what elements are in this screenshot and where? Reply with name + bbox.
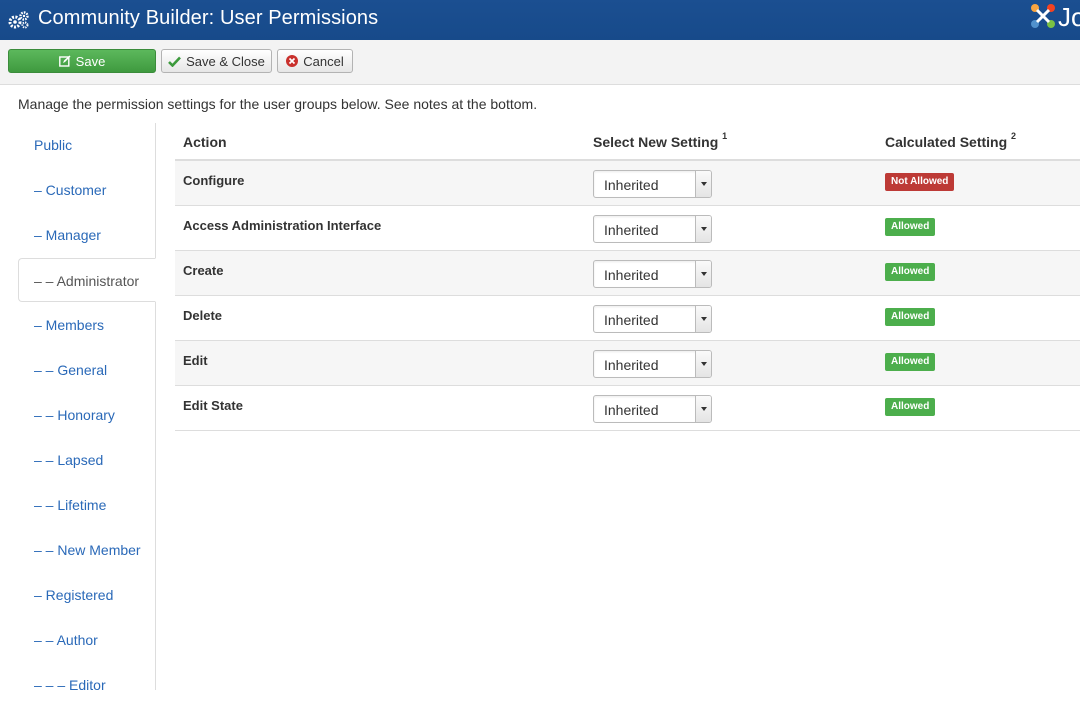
action-name: Edit State bbox=[183, 398, 243, 413]
save-close-button[interactable]: Save & Close bbox=[161, 49, 272, 73]
intro-text: Manage the permission settings for the u… bbox=[18, 96, 538, 112]
status-badge: Allowed bbox=[885, 308, 936, 326]
cancel-button[interactable]: Cancel bbox=[277, 49, 353, 73]
status-badge: Allowed bbox=[885, 353, 936, 371]
dropdown-arrow-icon bbox=[695, 396, 711, 422]
setting-select-value: Inherited bbox=[604, 222, 659, 238]
cancel-button-label: Cancel bbox=[303, 53, 344, 69]
setting-select-value: Inherited bbox=[604, 177, 659, 193]
table-row: Delete Inherited Allowed bbox=[175, 296, 1080, 341]
setting-select[interactable]: Inherited bbox=[593, 170, 712, 198]
sidebar-item-editor[interactable]: – – – Editor bbox=[18, 663, 155, 707]
dropdown-arrow-icon bbox=[695, 261, 711, 287]
status-badge: Allowed bbox=[885, 218, 936, 236]
gears-icon bbox=[8, 11, 29, 29]
save-button-label: Save bbox=[75, 53, 106, 69]
sidebar-item-lapsed[interactable]: – – Lapsed bbox=[18, 438, 155, 482]
table-row: Create Inherited Allowed bbox=[175, 251, 1080, 296]
sidebar-item-members[interactable]: – Members bbox=[18, 303, 155, 347]
setting-select[interactable]: Inherited bbox=[593, 305, 712, 333]
sidebar-item-manager[interactable]: – Manager bbox=[18, 213, 155, 257]
action-name: Configure bbox=[183, 173, 245, 188]
group-sidebar: Public – Customer – Manager – – Administ… bbox=[18, 123, 156, 693]
action-name: Delete bbox=[183, 308, 223, 323]
page-title: Community Builder: User Permissions bbox=[38, 7, 379, 29]
status-badge: Allowed bbox=[885, 398, 936, 416]
column-header-select-new-setting: Select New Setting 1 bbox=[593, 131, 728, 150]
sidebar-item-general[interactable]: – – General bbox=[18, 348, 155, 392]
status-badge: Not Allowed bbox=[885, 173, 955, 191]
setting-select-value: Inherited bbox=[604, 312, 659, 328]
joomla-logo-icon bbox=[1031, 4, 1055, 28]
action-name: Create bbox=[183, 263, 224, 278]
column-header-action: Action bbox=[183, 134, 227, 150]
dropdown-arrow-icon bbox=[695, 351, 711, 377]
dropdown-arrow-icon bbox=[695, 216, 711, 242]
status-badge: Allowed bbox=[885, 263, 936, 281]
save-close-button-label: Save & Close bbox=[186, 53, 265, 69]
save-button[interactable]: Save bbox=[8, 49, 156, 73]
toolbar: Save Save & Close Cancel bbox=[0, 40, 1080, 85]
edit-icon bbox=[58, 55, 71, 67]
setting-select-value: Inherited bbox=[604, 357, 659, 373]
sidebar-item-public[interactable]: Public bbox=[18, 123, 155, 167]
table-row: Access Administration Interface Inherite… bbox=[175, 206, 1080, 251]
setting-select-value: Inherited bbox=[604, 402, 659, 418]
action-name: Edit bbox=[183, 353, 208, 368]
table-row: Edit Inherited Allowed bbox=[175, 341, 1080, 386]
dropdown-arrow-icon bbox=[695, 171, 711, 197]
setting-select[interactable]: Inherited bbox=[593, 260, 712, 288]
setting-select[interactable]: Inherited bbox=[593, 215, 712, 243]
table-row: Configure Inherited Not Allowed bbox=[175, 161, 1080, 206]
sidebar-item-administrator[interactable]: – – Administrator bbox=[18, 258, 156, 302]
table-header: Action Select New Setting 1 Calculated S… bbox=[175, 123, 1080, 161]
dropdown-arrow-icon bbox=[695, 306, 711, 332]
column-header-calculated-setting: Calculated Setting 2 bbox=[885, 131, 1017, 150]
page-header: Community Builder: User Permissions Jo bbox=[0, 0, 1080, 40]
sidebar-divider bbox=[155, 123, 156, 690]
sidebar-item-registered[interactable]: – Registered bbox=[18, 573, 155, 617]
action-name: Access Administration Interface bbox=[183, 218, 382, 233]
setting-select[interactable]: Inherited bbox=[593, 350, 712, 378]
sidebar-item-honorary[interactable]: – – Honorary bbox=[18, 393, 155, 437]
cancel-circle-icon bbox=[286, 55, 299, 67]
sidebar-item-lifetime[interactable]: – – Lifetime bbox=[18, 483, 155, 527]
table-row: Edit State Inherited Allowed bbox=[175, 386, 1080, 431]
footnote-marker: 2 bbox=[1011, 131, 1017, 141]
sidebar-item-new-member[interactable]: – – New Member bbox=[18, 528, 155, 572]
footnote-marker: 1 bbox=[722, 131, 728, 141]
setting-select[interactable]: Inherited bbox=[593, 395, 712, 423]
setting-select-value: Inherited bbox=[604, 267, 659, 283]
joomla-logo-text: Jo bbox=[1058, 2, 1080, 32]
sidebar-item-author[interactable]: – – Author bbox=[18, 618, 155, 662]
sidebar-item-customer[interactable]: – Customer bbox=[18, 168, 155, 212]
checkmark-icon bbox=[168, 56, 182, 67]
